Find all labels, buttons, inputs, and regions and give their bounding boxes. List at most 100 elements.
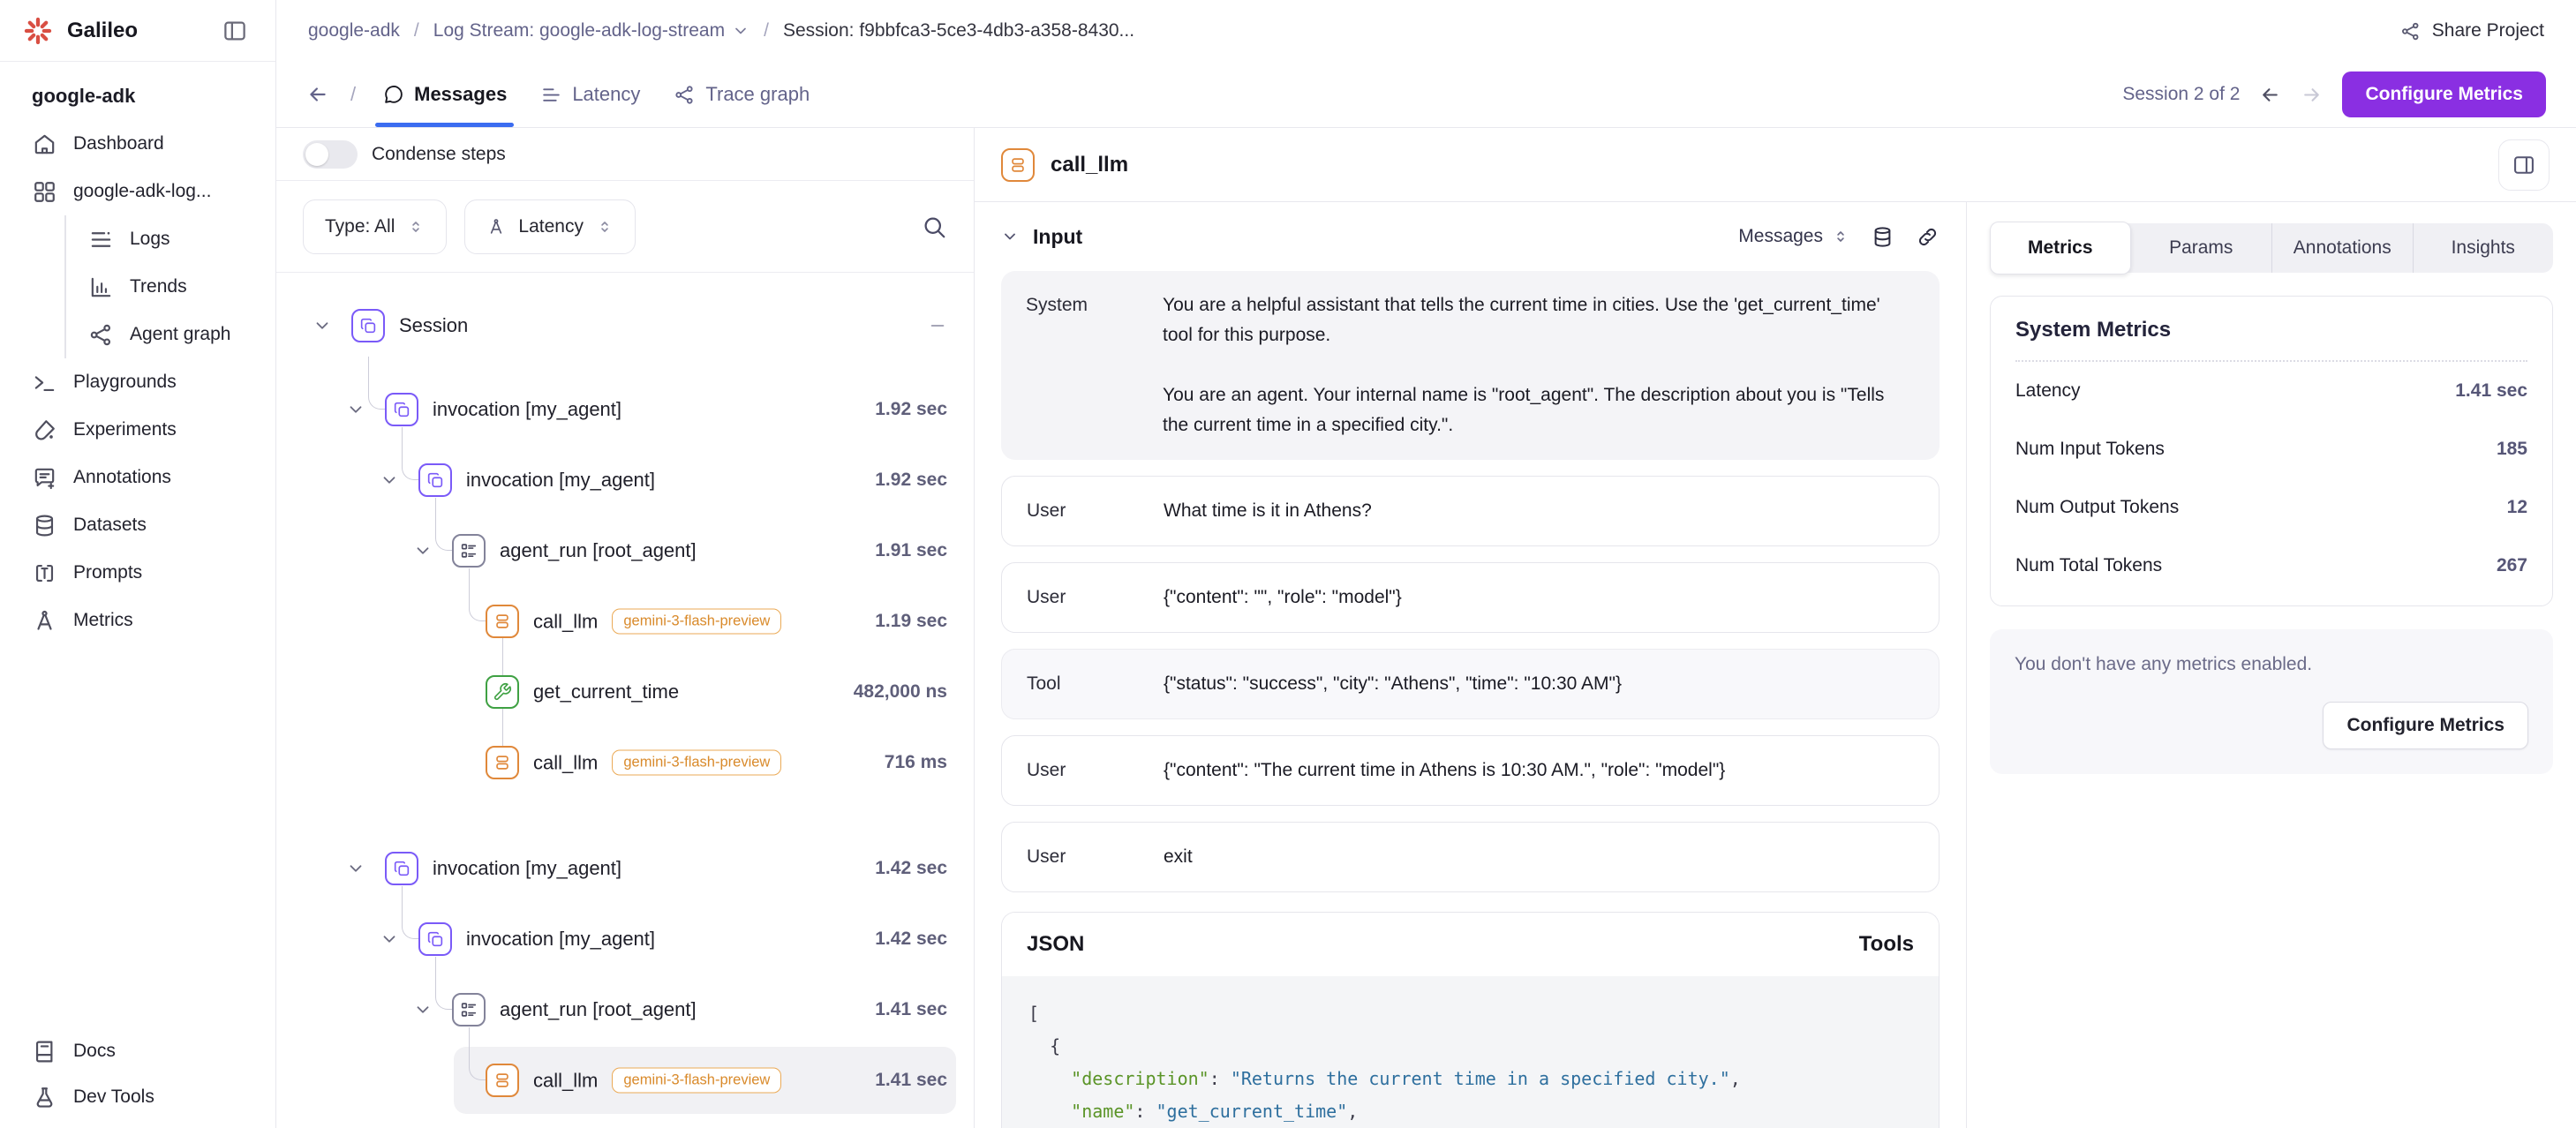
model-badge: gemini-3-flash-preview [612,1068,781,1094]
collapse-all-icon[interactable] [928,316,947,335]
content: Condense steps Type: All Latency [276,128,2576,1128]
latency-sort-dropdown[interactable]: Latency [464,199,636,254]
system-metrics-rows: Latency1.41 secNum Input Tokens185Num Ou… [2015,362,2527,595]
sidebar-item-playgrounds[interactable]: Playgrounds [0,358,275,406]
chevdown-icon [380,470,399,490]
tab-latency[interactable]: Latency [535,62,645,127]
tree-row-invocation-my-agent[interactable]: invocation [my_agent]1.92 sec [276,445,974,515]
configure-metrics-button[interactable]: Configure Metrics [2342,71,2546,117]
sidebar-item-metrics[interactable]: Metrics [0,597,275,644]
tree-row-duration: 1.42 sec [875,858,947,879]
metric-row-num-total-tokens: Num Total Tokens267 [2015,537,2527,595]
json-section-right-label: Tools [1859,932,1914,957]
metrics-tab-metrics[interactable]: Metrics [1990,222,2131,274]
tree-row-call-llm[interactable]: call_llmgemini-3-flash-preview1.19 sec [276,586,974,657]
next-session-button[interactable] [2301,84,2323,106]
span-io-panel: Input Messages [975,202,1967,1128]
sidebar-item-google-adk-log[interactable]: google-adk-log... [0,168,275,215]
sidebar-item-annotations[interactable]: Annotations [0,454,275,501]
sidebar-header: Galileo [0,0,275,62]
message-card-user[interactable]: User{"content": "The current time in Ath… [1001,735,1940,806]
sidebar-item-agent-graph[interactable]: Agent graph [0,311,275,358]
sidebar-spacer [0,644,275,1028]
metrics-empty-notice: You don't have any metrics enabled. [2015,654,2528,675]
search-icon [921,214,947,240]
breadcrumb-log-stream[interactable]: Log Stream: google-adk-log-stream [433,20,749,41]
json-section-header: JSON Tools [1002,913,1939,976]
breadcrumb-project[interactable]: google-adk [308,20,400,41]
arrow-left-icon [2259,84,2281,106]
tree-connector [402,427,418,480]
metrics-tab-insights[interactable]: Insights [2413,223,2554,273]
share-project-button[interactable]: Share Project [2399,20,2544,42]
message-card-system[interactable]: SystemYou are a helpful assistant that t… [1001,271,1940,460]
condense-steps-row: Condense steps [276,128,974,181]
tree-row-session[interactable]: Session [276,290,974,361]
sidebar-footer: DocsDev ToolsLight mode [0,1028,275,1128]
sidebar-item-datasets[interactable]: Datasets [0,501,275,549]
metric-value: 185 [2497,439,2527,460]
invocation-icon [426,470,445,490]
search-button[interactable] [921,214,947,240]
sidebar-item-logs[interactable]: Logs [0,215,275,263]
sort-chevrons-icon [1832,228,1849,245]
invocation-node-icon [418,463,452,497]
back-button[interactable] [306,62,329,127]
message-card-user[interactable]: User{"content": "", "role": "model"} [1001,562,1940,633]
tree-row-invocation-my-agent[interactable]: invocation [my_agent]1.92 sec [276,374,974,445]
message-view-select[interactable]: Messages [1738,226,1849,247]
llm-node-icon [486,605,519,638]
prompts-icon [32,560,57,586]
tree-row-invocation-my-agent[interactable]: invocation [my_agent]1.42 sec [276,904,974,974]
terminal-icon [32,370,57,395]
condense-steps-toggle[interactable] [303,140,358,169]
metric-value: 12 [2507,497,2527,518]
message-card-user[interactable]: Userexit [1001,822,1940,892]
grid-icon [32,179,57,205]
sidebar-item-light-mode[interactable]: Light mode [0,1120,275,1128]
sidebar-item-prompts[interactable]: Prompts [0,549,275,597]
tree-row-label: agent_run [root_agent] [500,998,697,1021]
tree-row-call-llm[interactable]: call_llmgemini-3-flash-preview716 ms [276,727,974,798]
message-card-tool[interactable]: Tool{"status": "success", "city": "Athen… [1001,649,1940,719]
configure-metrics-secondary-button[interactable]: Configure Metrics [2323,702,2528,749]
llm-node-icon [486,746,519,779]
sidebar-item-label: Prompts [73,562,142,583]
chevron-down-icon[interactable] [1001,228,1019,245]
input-section-header: Input Messages [975,202,1966,271]
sidebar-item-experiments[interactable]: Experiments [0,406,275,454]
messages-list: SystemYou are a helpful assistant that t… [975,271,1966,892]
toggle-right-panel-button[interactable] [2498,139,2550,191]
tree-connector [402,886,418,939]
tree-row-get-current-time[interactable]: get_current_time482,000 ns [276,657,974,727]
tree-row-agent-run-root-agent[interactable]: agent_run [root_agent]1.91 sec [276,515,974,586]
tree-row-duration: 716 ms [885,752,947,773]
tab-trace-graph[interactable]: Trace graph [668,62,815,127]
tool-icon [493,682,512,702]
sidebar-item-docs[interactable]: Docs [0,1028,275,1074]
sidebar-item-dashboard[interactable]: Dashboard [0,120,275,168]
sidebar-item-trends[interactable]: Trends [0,263,275,311]
metrics-tab-annotations[interactable]: Annotations [2271,223,2413,273]
sidebar-item-dev-tools[interactable]: Dev Tools [0,1074,275,1120]
message-card-user[interactable]: UserWhat time is it in Athens? [1001,476,1940,546]
sidebar-collapse-button[interactable] [217,13,252,49]
metric-row-num-input-tokens: Num Input Tokens185 [2015,420,2527,478]
json-code-block[interactable]: [ { "description": "Returns the current … [1002,976,1939,1128]
tree-row-call-llm[interactable]: call_llmgemini-3-flash-preview1.41 sec [276,1045,974,1116]
tree-row-agent-run-root-agent[interactable]: agent_run [root_agent]1.41 sec [276,974,974,1045]
invocation-icon [392,859,411,878]
tree-row-invocation-my-agent[interactable]: invocation [my_agent]1.42 sec [276,833,974,904]
previous-session-button[interactable] [2259,84,2281,106]
sidebar: Galileo google-adk Dashboardgoogle-adk-l… [0,0,276,1128]
copy-link-button[interactable] [1916,225,1940,249]
breadcrumb-separator: / [764,20,769,41]
type-filter-dropdown[interactable]: Type: All [303,199,447,254]
metric-label: Num Total Tokens [2015,555,2162,576]
span-title: call_llm [1051,153,1128,177]
metrics-tab-params[interactable]: Params [2131,223,2272,273]
raw-data-button[interactable] [1871,225,1894,249]
sidebar-item-label: Logs [130,229,170,250]
tab-messages[interactable]: Messages [377,62,512,127]
tree-row-label: Session [399,314,468,337]
